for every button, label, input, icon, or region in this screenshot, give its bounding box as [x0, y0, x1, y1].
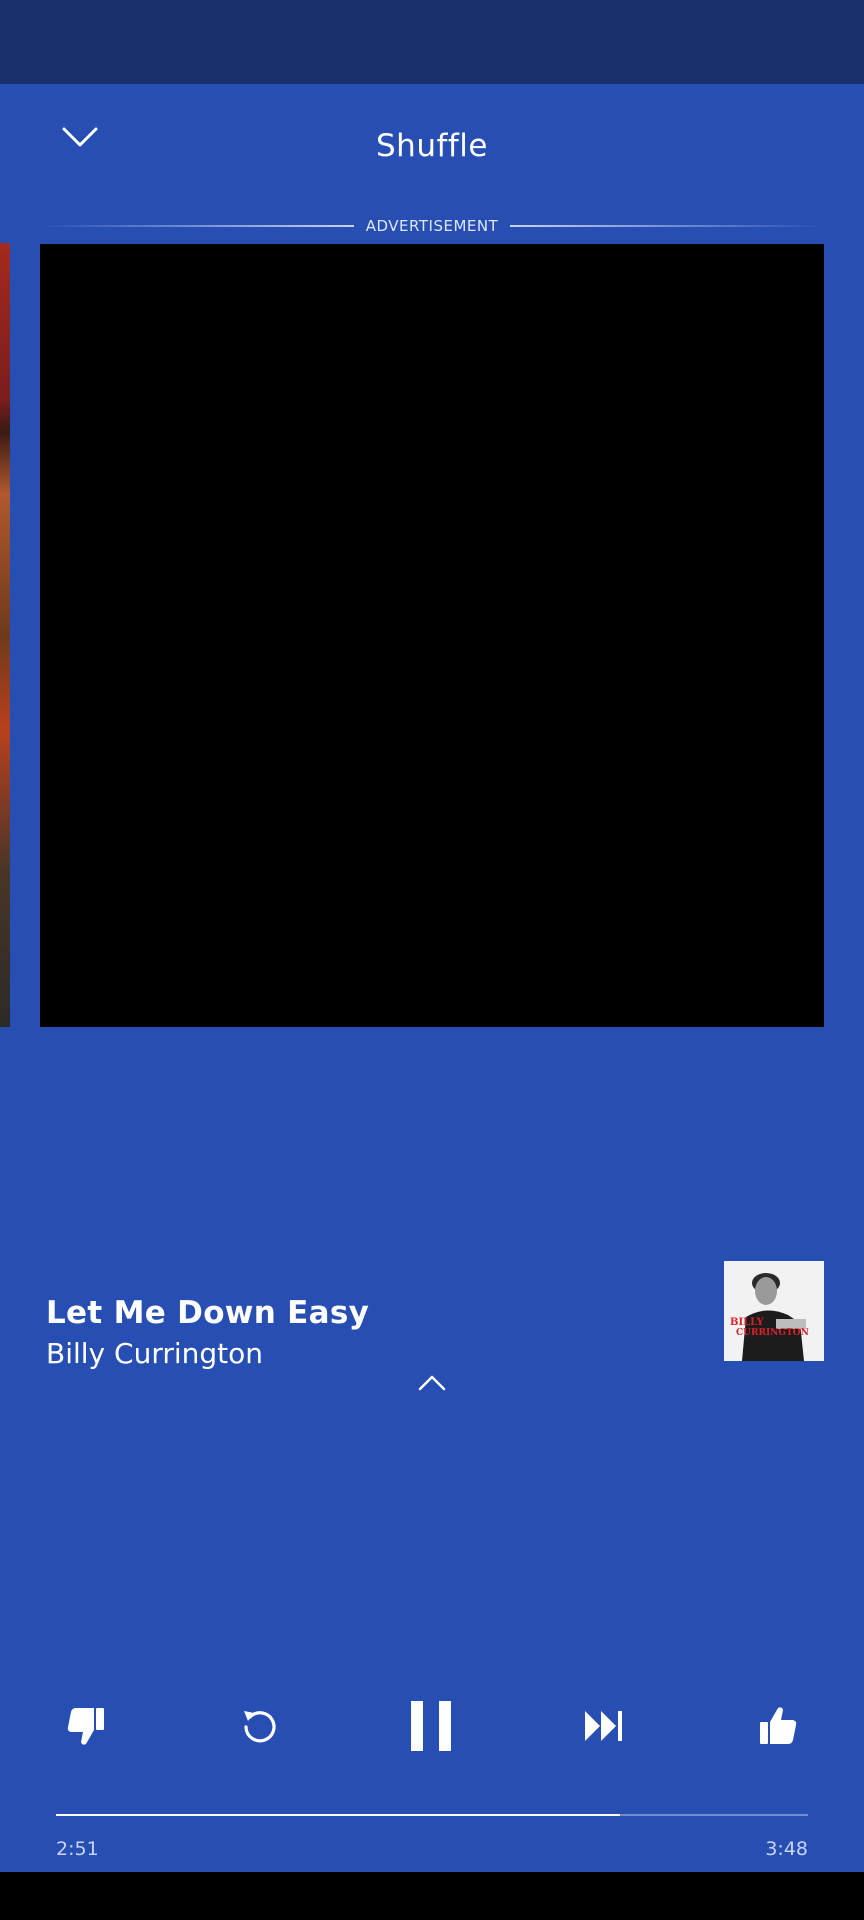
album-art[interactable]: BILLY CURRINGTON — [724, 1261, 824, 1361]
skip-next-icon — [585, 1711, 622, 1741]
status-bar — [0, 0, 864, 84]
expand-button[interactable] — [412, 1368, 452, 1398]
playback-controls — [0, 1688, 864, 1764]
album-art-image: BILLY CURRINGTON — [724, 1261, 824, 1361]
advertisement-area[interactable] — [40, 244, 824, 1027]
divider — [510, 225, 825, 227]
progress-bar[interactable] — [56, 1814, 808, 1816]
elapsed-time: 2:51 — [56, 1838, 99, 1860]
thumbs-down-button[interactable] — [48, 1688, 124, 1764]
advertisement-header: ADVERTISEMENT — [40, 216, 825, 236]
replay-icon — [244, 1711, 276, 1743]
track-artist: Billy Currington — [46, 1337, 263, 1370]
skip-button[interactable] — [566, 1688, 642, 1764]
total-time: 3:48 — [765, 1838, 808, 1860]
thumbs-up-button[interactable] — [740, 1688, 816, 1764]
advertisement-label: ADVERTISEMENT — [365, 217, 499, 235]
pause-button[interactable] — [393, 1688, 469, 1764]
replay-button[interactable] — [221, 1688, 297, 1764]
divider — [40, 225, 354, 227]
thumbs-up-icon — [760, 1707, 797, 1744]
track-info[interactable]: Let Me Down Easy Billy Currington — [46, 1292, 686, 1374]
system-navigation-bar — [0, 1872, 864, 1920]
album-art-text: BILLY — [730, 1317, 765, 1328]
chevron-up-icon — [418, 1375, 446, 1391]
page-title: Shuffle — [376, 128, 488, 164]
svg-text:CURRINGTON: CURRINGTON — [736, 1328, 809, 1338]
progress-fill — [56, 1814, 620, 1816]
previous-album-art-peek[interactable] — [0, 243, 10, 1027]
pause-icon — [411, 1701, 451, 1751]
thumbs-down-icon — [67, 1708, 104, 1745]
track-title: Let Me Down Easy — [46, 1295, 370, 1331]
